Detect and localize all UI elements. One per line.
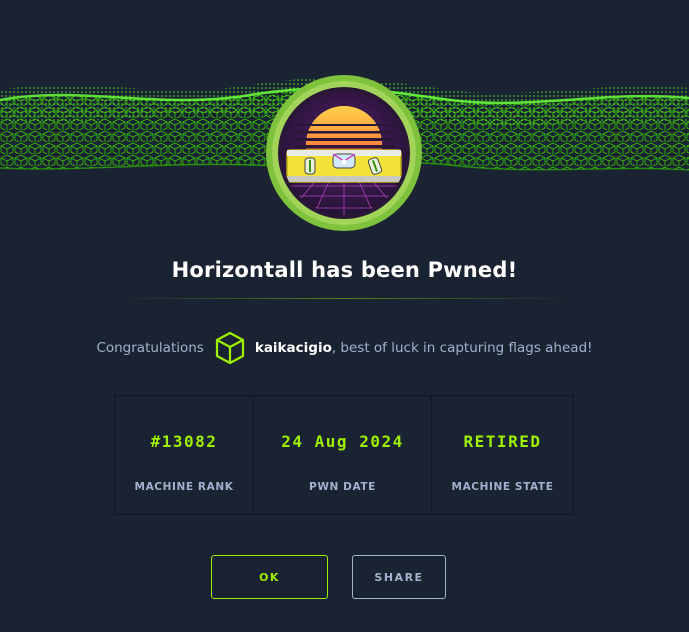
stat-label: MACHINE RANK — [134, 481, 234, 493]
pwned-modal: Horizontall has been Pwned! Congratulati… — [0, 0, 689, 632]
stat-value: RETIRED — [463, 432, 542, 451]
congratulations-message: Congratulations kaikacigio , best of luc… — [0, 330, 689, 366]
page-title: Horizontall has been Pwned! — [171, 258, 518, 282]
stat-machine-state: RETIRED MACHINE STATE — [432, 396, 573, 514]
title-divider — [115, 298, 573, 299]
stat-value: #13082 — [150, 432, 218, 451]
ok-button[interactable]: OK — [211, 555, 328, 599]
stat-pwn-date: 24 Aug 2024 PWN DATE — [254, 396, 432, 514]
share-button[interactable]: SHARE — [352, 555, 446, 599]
machine-avatar-icon — [266, 75, 422, 231]
stat-machine-rank: #13082 MACHINE RANK — [115, 396, 254, 514]
username[interactable]: kaikacigio — [255, 340, 332, 356]
stats-panel: #13082 MACHINE RANK 24 Aug 2024 PWN DATE… — [114, 395, 574, 515]
stat-label: PWN DATE — [309, 481, 376, 493]
stat-label: MACHINE STATE — [451, 481, 554, 493]
green-cube-icon — [215, 331, 244, 365]
congrats-prefix: Congratulations — [96, 340, 204, 356]
congrats-suffix: , best of luck in capturing flags ahead! — [331, 340, 593, 356]
stat-value: 24 Aug 2024 — [281, 432, 404, 451]
